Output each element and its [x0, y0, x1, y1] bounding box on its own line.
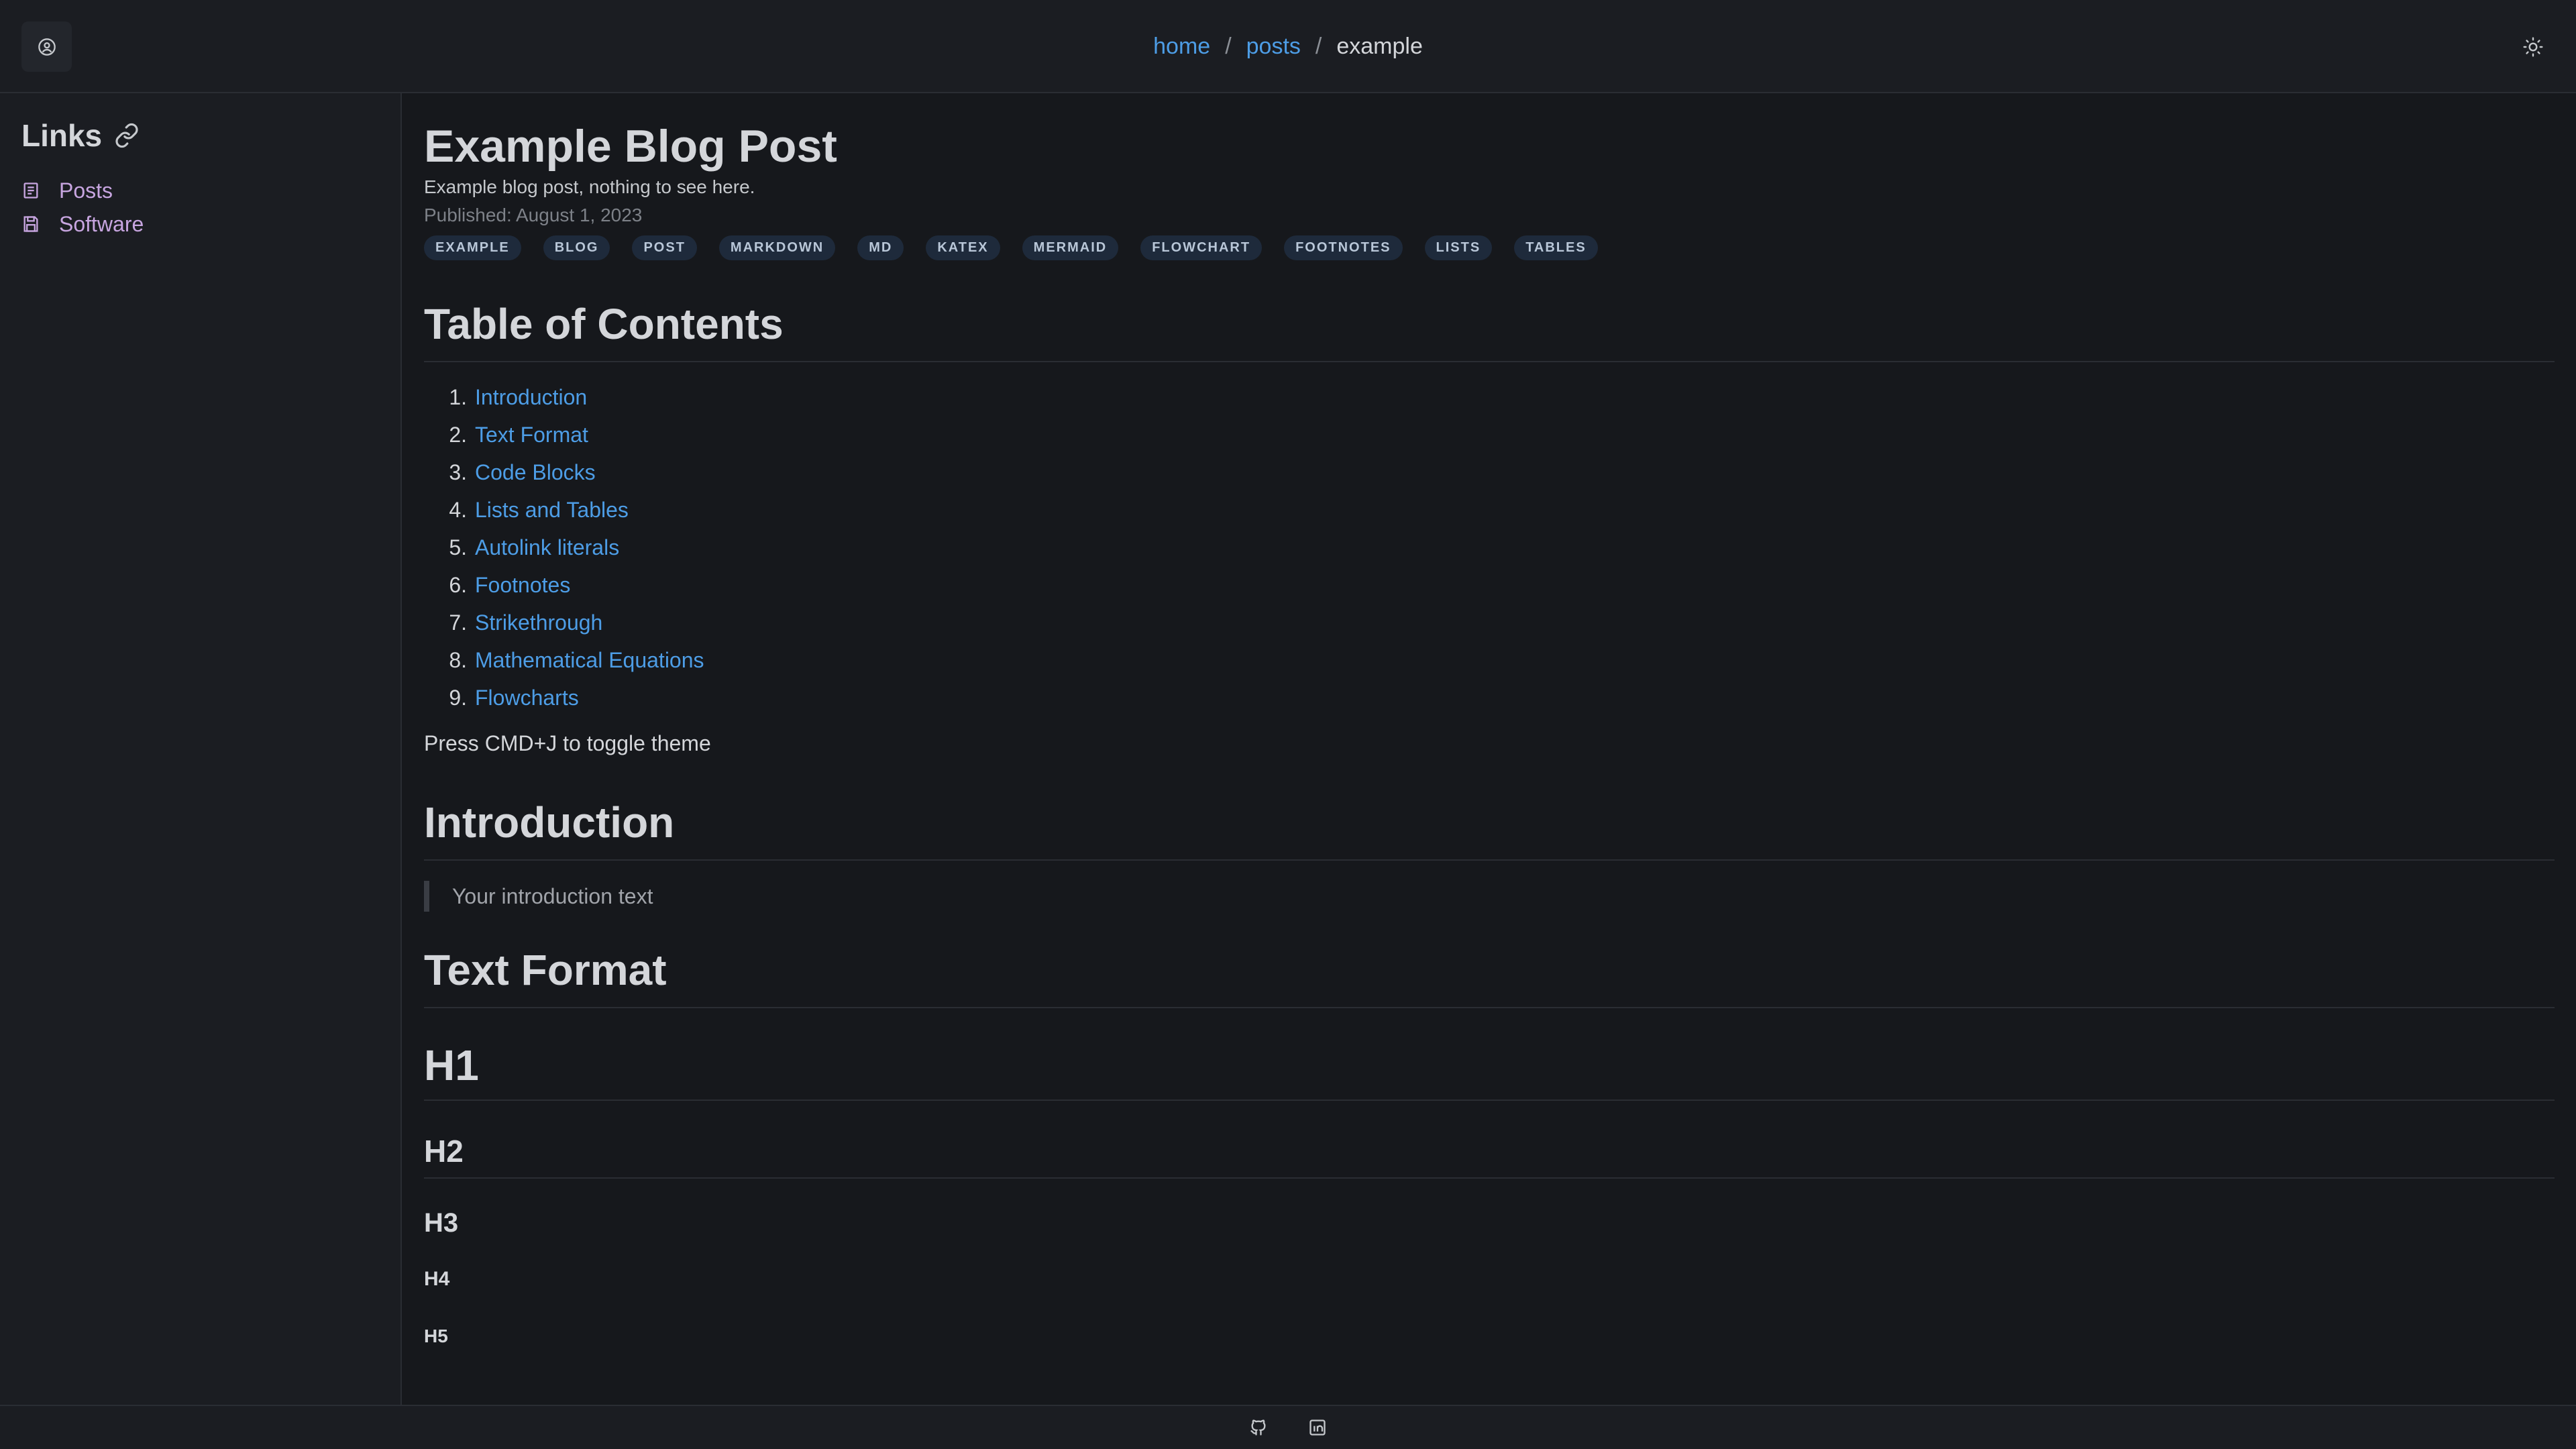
toc-link-strikethrough[interactable]: Strikethrough — [475, 610, 602, 635]
list-item: 6. Footnotes — [424, 566, 2555, 604]
sun-icon — [2522, 36, 2544, 58]
list-number: 4. — [449, 497, 467, 522]
sidebar: Links Posts Software — [0, 93, 402, 1405]
list-item: 7. Strikethrough — [424, 604, 2555, 641]
toc-link-flowcharts[interactable]: Flowcharts — [475, 686, 579, 710]
tag-badge[interactable]: FOOTNOTES — [1284, 235, 1403, 260]
tag-badge[interactable]: MARKDOWN — [718, 235, 836, 260]
sidebar-item-software[interactable]: Software — [21, 207, 379, 241]
list-number: 1. — [449, 384, 467, 409]
list-item: 2. Text Format — [424, 416, 2555, 453]
h2-sample: H2 — [424, 1133, 2555, 1179]
list-item: 8. Mathematical Equations — [424, 641, 2555, 679]
sidebar-title: Links — [21, 117, 379, 154]
toc-heading: Table of Contents — [424, 299, 2555, 362]
list-item: 5. Autolink literals — [424, 529, 2555, 566]
breadcrumb: home / posts / example — [0, 0, 2576, 93]
main-content: Example Blog Post Example blog post, not… — [424, 93, 2555, 1405]
breadcrumb-home-link[interactable]: home — [1153, 34, 1210, 60]
tag-badge[interactable]: POST — [632, 235, 697, 260]
list-item: 3. Code Blocks — [424, 453, 2555, 491]
list-number: 9. — [449, 685, 467, 710]
h4-sample: H4 — [424, 1268, 450, 1290]
sidebar-title-text: Links — [21, 118, 103, 153]
h5-sample: H5 — [424, 1326, 448, 1346]
save-icon — [21, 215, 59, 233]
sidebar-item-posts[interactable]: Posts — [21, 174, 379, 207]
tag-badge[interactable]: TABLES — [1514, 235, 1598, 260]
list-item: 9. Flowcharts — [424, 679, 2555, 716]
list-number: 7. — [449, 610, 467, 635]
linkedin-icon[interactable] — [1308, 1418, 1327, 1437]
list-number: 5. — [449, 535, 467, 559]
text-format-heading: Text Format — [424, 945, 2555, 1008]
tag-badge[interactable]: KATEX — [926, 235, 1000, 260]
avatar-button[interactable] — [21, 21, 72, 72]
tag-list: EXAMPLE BLOG POST MARKDOWN MD KATEX MERM… — [424, 235, 2555, 260]
sidebar-item-label: Posts — [59, 178, 113, 203]
list-number: 8. — [449, 647, 467, 672]
h3-sample: H3 — [424, 1208, 459, 1238]
theme-toggle-button[interactable] — [2517, 31, 2549, 63]
link-icon[interactable] — [114, 123, 140, 148]
breadcrumb-posts-link[interactable]: posts — [1246, 34, 1301, 60]
list-item: 1. Introduction — [424, 378, 2555, 416]
user-circle-icon — [38, 38, 56, 56]
list-number: 6. — [449, 572, 467, 597]
post-published-date: Published: August 1, 2023 — [424, 205, 643, 225]
tag-badge[interactable]: MERMAID — [1022, 235, 1119, 260]
top-bar: home / posts / example — [0, 0, 2576, 93]
post-description: Example blog post, nothing to see here. — [424, 176, 755, 197]
tag-badge[interactable]: MD — [857, 235, 904, 260]
list-number: 2. — [449, 422, 467, 447]
toc-link-autolink-literals[interactable]: Autolink literals — [475, 535, 619, 560]
github-icon[interactable] — [1249, 1418, 1268, 1437]
toc-link-code-blocks[interactable]: Code Blocks — [475, 460, 596, 485]
breadcrumb-current: example — [1336, 34, 1423, 59]
breadcrumb-separator: / — [1225, 34, 1232, 59]
introduction-quote: Your introduction text — [424, 881, 2555, 912]
theme-toggle-hint: Press CMD+J to toggle theme — [424, 731, 711, 755]
tag-badge[interactable]: EXAMPLE — [424, 235, 521, 260]
post-title: Example Blog Post — [424, 121, 837, 172]
introduction-heading: Introduction — [424, 798, 2555, 861]
list-number: 3. — [449, 460, 467, 484]
table-of-contents: 1. Introduction 2. Text Format 3. Code Bloc… — [424, 378, 2555, 716]
toc-link-lists-and-tables[interactable]: Lists and Tables — [475, 498, 629, 523]
toc-link-introduction[interactable]: Introduction — [475, 385, 587, 410]
h1-sample: H1 — [424, 1040, 2555, 1101]
footer — [0, 1405, 2576, 1449]
sidebar-item-label: Software — [59, 211, 144, 236]
document-icon — [21, 181, 59, 200]
list-item: 4. Lists and Tables — [424, 491, 2555, 529]
tag-badge[interactable]: BLOG — [543, 235, 610, 260]
toc-link-mathematical-equations[interactable]: Mathematical Equations — [475, 648, 704, 673]
toc-link-footnotes[interactable]: Footnotes — [475, 573, 570, 598]
tag-badge[interactable]: LISTS — [1424, 235, 1493, 260]
tag-badge[interactable]: FLOWCHART — [1140, 235, 1263, 260]
breadcrumb-separator: / — [1315, 34, 1322, 59]
toc-link-text-format[interactable]: Text Format — [475, 423, 588, 447]
